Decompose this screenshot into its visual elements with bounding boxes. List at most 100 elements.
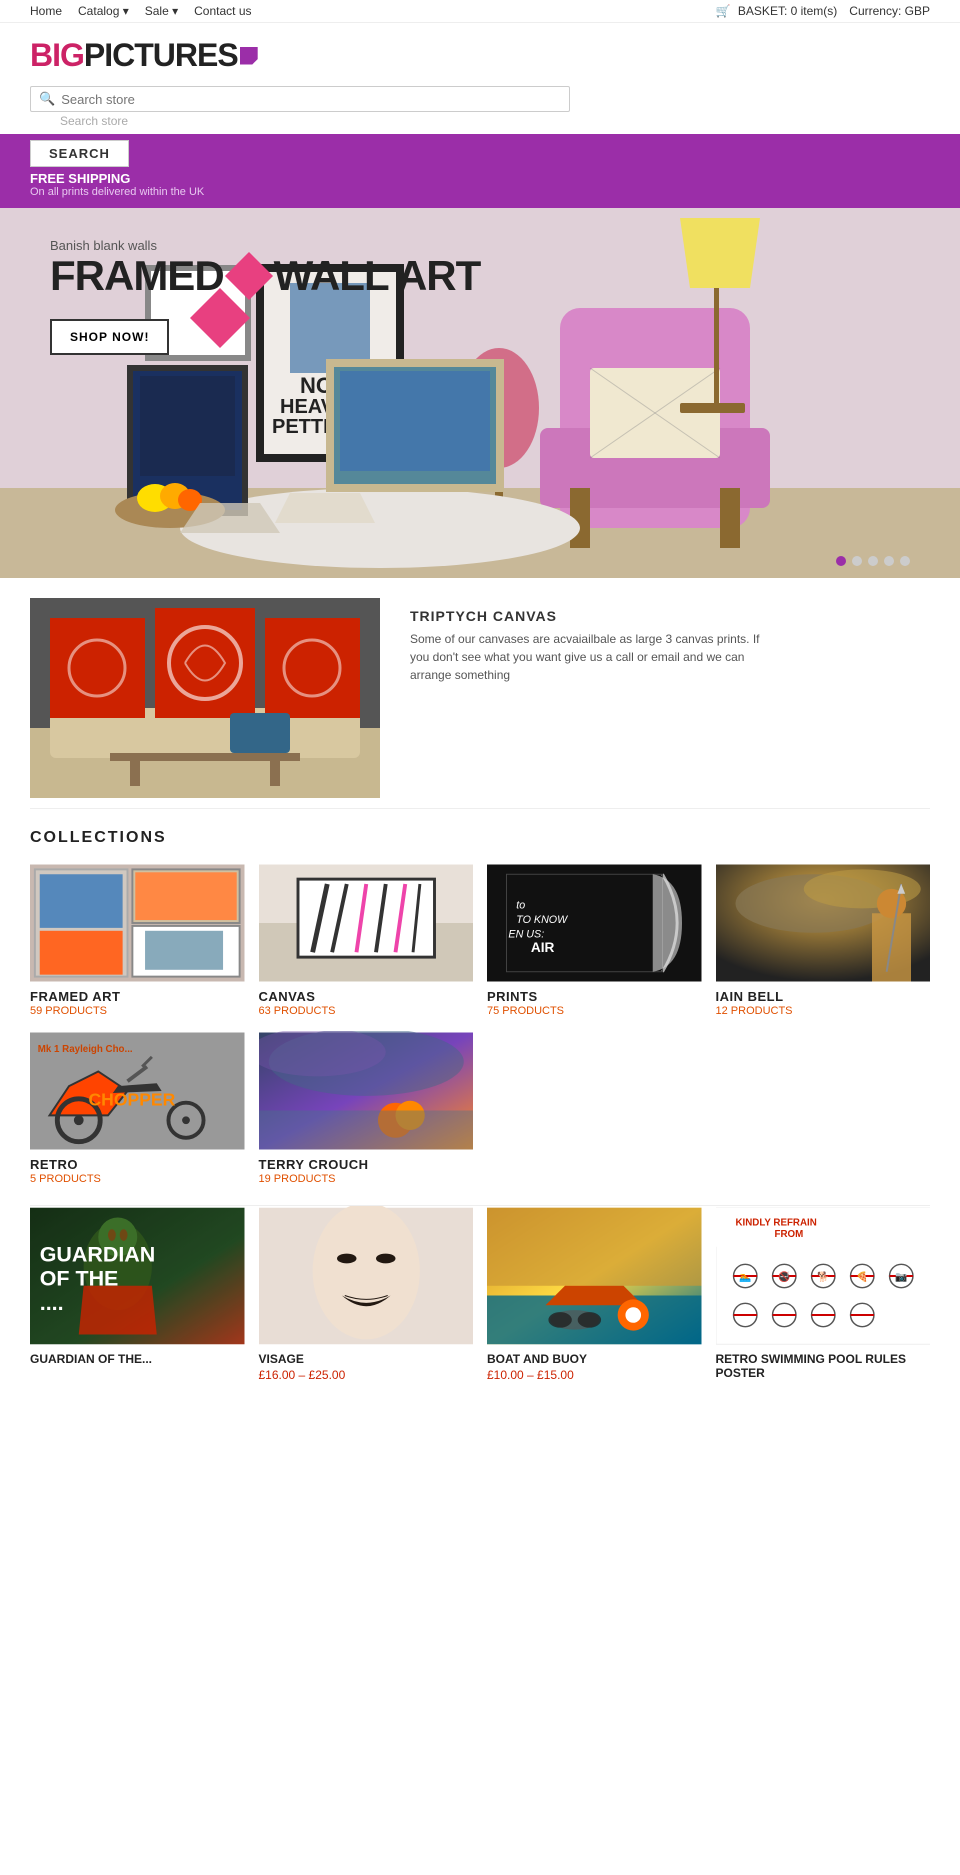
collection-count-canvas: 63 PRODUCTS: [259, 1005, 474, 1017]
nav-contact[interactable]: Contact us: [194, 4, 251, 18]
svg-text:CHOPPER: CHOPPER: [89, 1090, 176, 1110]
collection-label-prints: PRINTS: [487, 989, 702, 1004]
search-box[interactable]: 🔍: [30, 86, 570, 112]
svg-text:🍕: 🍕: [856, 1271, 868, 1283]
collections-grid-row2: Mk 1 Rayleigh Cho... CHOPPER: [30, 1031, 930, 1185]
bottom-products: GUARDIAN OF THE .... GUARDIAN OF THE...: [0, 1206, 960, 1412]
top-bar: Home Catalog Sale Contact us 🛒 BASKET: 0…: [0, 0, 960, 23]
product-thumb-guardian: GUARDIAN OF THE ....: [30, 1206, 245, 1346]
collection-count-prints: 75 PRODUCTS: [487, 1005, 702, 1017]
collection-thumb-framed: [30, 863, 245, 983]
hero-dot-4[interactable]: [884, 556, 894, 566]
promo-title: FREE SHIPPING: [30, 171, 930, 186]
triptych-image[interactable]: [30, 598, 380, 798]
product-guardian[interactable]: GUARDIAN OF THE .... GUARDIAN OF THE...: [30, 1206, 245, 1382]
search-area: 🔍 Search store: [0, 82, 960, 134]
collection-label-terry: TERRY CROUCH: [259, 1157, 474, 1172]
basket-icon: 🛒: [716, 4, 731, 18]
product-pool-rules[interactable]: KINDLY REFRAIN FROM: [716, 1206, 931, 1382]
svg-text:GUARDIAN: GUARDIAN: [40, 1242, 156, 1266]
svg-text:TO KNOW: TO KNOW: [516, 914, 568, 926]
collections-grid-row1: FRAMED ART 59 PRODUCTS: [30, 863, 930, 1017]
product-visage[interactable]: VISAGE £16.00 – £25.00: [259, 1206, 474, 1382]
collection-label-iain: IAIN BELL: [716, 989, 931, 1004]
svg-text:📷: 📷: [895, 1272, 907, 1283]
hero-dot-3[interactable]: [868, 556, 878, 566]
product-label-boat: BOAT AND BUOY: [487, 1352, 702, 1366]
hero-diamond: [225, 252, 273, 300]
search-input[interactable]: [61, 92, 561, 107]
hero-banish-text: Banish blank walls: [50, 238, 480, 253]
nav-sale[interactable]: Sale: [145, 4, 178, 18]
search-icon: 🔍: [39, 91, 55, 107]
svg-text:FROM: FROM: [774, 1229, 803, 1240]
collection-thumb-prints: to TO KNOW EN US: AIR: [487, 863, 702, 983]
collection-item-iain-bell[interactable]: IAIN BELL 12 PRODUCTS: [716, 863, 931, 1017]
svg-text:🐕: 🐕: [817, 1271, 829, 1283]
collection-empty-1: [487, 1031, 702, 1185]
svg-text:EN US:: EN US:: [508, 929, 544, 941]
product-price-boat: £10.00 – £15.00: [487, 1368, 702, 1382]
product-price-visage: £16.00 – £25.00: [259, 1368, 474, 1382]
collection-item-canvas[interactable]: CANVAS 63 PRODUCTS: [259, 863, 474, 1017]
hero-dot-5[interactable]: [900, 556, 910, 566]
currency-area: Currency: GBP: [849, 4, 930, 18]
logo-icon: [240, 47, 258, 65]
hero-shop-now-button[interactable]: SHOP NOW!: [50, 319, 169, 355]
top-nav: Home Catalog Sale Contact us: [30, 4, 252, 18]
collection-count-framed: 59 PRODUCTS: [30, 1005, 245, 1017]
product-label-guardian: GUARDIAN OF THE...: [30, 1352, 245, 1366]
collection-thumb-canvas: [259, 863, 474, 983]
collection-item-framed-art[interactable]: FRAMED ART 59 PRODUCTS: [30, 863, 245, 1017]
hero-dot-2[interactable]: [852, 556, 862, 566]
search-button-bar: SEARCH FREE SHIPPING On all prints deliv…: [0, 134, 960, 208]
collection-item-terry-crouch[interactable]: TERRY CROUCH 19 PRODUCTS: [259, 1031, 474, 1185]
currency-label: Currency:: [849, 4, 901, 18]
collections-heading: COLLECTIONS: [30, 829, 930, 847]
nav-home[interactable]: Home: [30, 4, 62, 18]
triptych-title: TRIPTYCH CANVAS: [410, 608, 760, 624]
hero-dots: [836, 556, 910, 566]
search-button[interactable]: SEARCH: [30, 140, 129, 167]
hero-title-wall-art: WALL ART: [274, 253, 481, 299]
collection-label-canvas: CANVAS: [259, 989, 474, 1004]
collection-thumb-iain: [716, 863, 931, 983]
collection-thumb-terry: [259, 1031, 474, 1151]
hero-text-area: Banish blank walls FRAMED WALL ART SHOP …: [50, 238, 480, 355]
product-label-pool: RETRO SWIMMING POOL RULES POSTER: [716, 1352, 931, 1380]
collections-section: COLLECTIONS FRAMED ART 59 PRODUCTS: [0, 809, 960, 1205]
site-logo[interactable]: BIGPICTURES: [30, 37, 258, 74]
svg-text:....: ....: [40, 1291, 64, 1315]
logo-pictures: PICTURES: [84, 37, 238, 74]
hero-title: FRAMED WALL ART: [50, 253, 480, 299]
hero-banner: NO HEAVY PETTING Banish blank walls FRAM…: [0, 208, 960, 578]
collection-thumb-retro: Mk 1 Rayleigh Cho... CHOPPER: [30, 1031, 245, 1151]
product-thumb-boat: [487, 1206, 702, 1346]
collection-item-retro[interactable]: Mk 1 Rayleigh Cho... CHOPPER: [30, 1031, 245, 1185]
product-thumb-visage: [259, 1206, 474, 1346]
hero-dot-1[interactable]: [836, 556, 846, 566]
nav-catalog[interactable]: Catalog: [78, 4, 129, 18]
collection-item-prints[interactable]: to TO KNOW EN US: AIR PRINTS 75 PRODUCTS: [487, 863, 702, 1017]
product-boat[interactable]: BOAT AND BUOY £10.00 – £15.00: [487, 1206, 702, 1382]
logo-area: BIGPICTURES: [0, 23, 960, 82]
collection-label-retro: RETRO: [30, 1157, 245, 1172]
currency-value[interactable]: GBP: [905, 4, 930, 18]
triptych-svg: [30, 598, 380, 798]
collection-empty-2: [716, 1031, 931, 1185]
logo-big: BIG: [30, 37, 84, 74]
product-label-visage: VISAGE: [259, 1352, 474, 1366]
triptych-description: Some of our canvases are acvaiailbale as…: [410, 630, 760, 684]
search-hint: Search store: [30, 114, 930, 128]
collection-count-terry: 19 PRODUCTS: [259, 1173, 474, 1185]
svg-text:Mk 1 Rayleigh Cho...: Mk 1 Rayleigh Cho...: [38, 1044, 133, 1055]
promo-subtitle: On all prints delivered within the UK: [30, 186, 930, 198]
basket-count: 0 item(s): [791, 4, 838, 18]
svg-text:to: to: [516, 899, 525, 911]
top-right: 🛒 BASKET: 0 item(s) Currency: GBP: [716, 4, 930, 18]
hero-title-framed: FRAMED: [50, 253, 224, 299]
triptych-info: TRIPTYCH CANVAS Some of our canvases are…: [410, 598, 760, 684]
collection-count-retro: 5 PRODUCTS: [30, 1173, 245, 1185]
basket-label: BASKET:: [738, 4, 787, 18]
basket-area[interactable]: 🛒 BASKET: 0 item(s): [716, 4, 838, 18]
